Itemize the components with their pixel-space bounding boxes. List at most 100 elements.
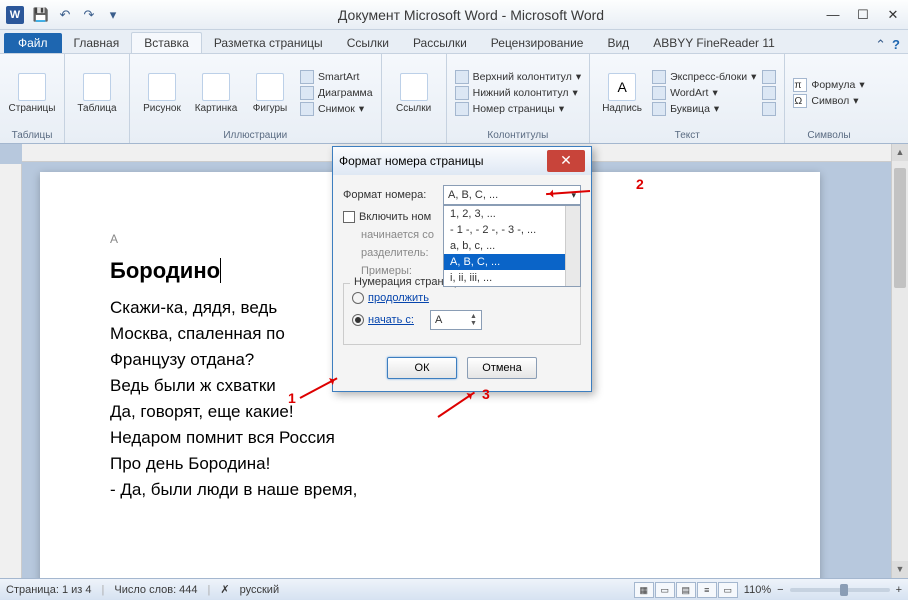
zoom-in-button[interactable]: + [896, 584, 902, 596]
vertical-scrollbar[interactable]: ▲ ▼ [891, 144, 908, 578]
textbox-button[interactable]: AНадпись [598, 73, 646, 114]
tab-insert[interactable]: Вставка [131, 32, 202, 53]
zoom-slider[interactable] [790, 588, 890, 592]
spinner-arrows-icon[interactable]: ▲▼ [470, 313, 477, 327]
scroll-down-icon[interactable]: ▼ [892, 561, 908, 578]
format-option[interactable]: i, ii, iii, ... [444, 270, 580, 286]
group-text: AНадпись Экспресс-блоки ▾ WordArt ▾ Букв… [590, 54, 785, 143]
minimize-button[interactable]: — [818, 1, 848, 29]
screenshot-button[interactable]: Снимок ▾ [300, 102, 373, 116]
format-option[interactable]: - 1 -, - 2 -, - 3 -, ... [444, 222, 580, 238]
include-chapter-checkbox[interactable] [343, 211, 355, 223]
format-label: Формат номера: [343, 189, 439, 201]
spellcheck-icon[interactable]: ✗ [220, 583, 229, 596]
combo-selected-value: A, B, C, ... [448, 189, 498, 201]
zoom-level[interactable]: 110% [744, 584, 771, 596]
group-symbols: πФормула ▾ ΩСимвол ▾ Символы [785, 54, 872, 143]
shapes-icon [256, 73, 284, 101]
group-illustrations: Рисунок Картинка Фигуры SmartArt Диаграм… [130, 54, 382, 143]
table-button[interactable]: Таблица [73, 73, 121, 114]
continue-label[interactable]: продолжить [368, 292, 429, 304]
title-bar: W 💾 ↶ ↷ ▾ Документ Microsoft Word - Micr… [0, 0, 908, 30]
start-at-input[interactable]: A ▲▼ [430, 310, 482, 330]
start-at-label[interactable]: начать с: [368, 314, 414, 326]
object-button[interactable] [762, 102, 776, 116]
dropcap-icon [652, 102, 666, 116]
dropcap-button[interactable]: Буквица ▾ [652, 102, 756, 116]
close-button[interactable]: ✕ [878, 1, 908, 29]
dropdown-scrollbar[interactable] [565, 206, 580, 286]
clipart-button[interactable]: Картинка [192, 73, 240, 114]
picture-button[interactable]: Рисунок [138, 73, 186, 114]
chevron-down-icon[interactable]: ▾ [571, 190, 576, 201]
save-icon[interactable]: 💾 [30, 4, 52, 26]
start-at-radio[interactable] [352, 314, 364, 326]
footer-button[interactable]: Нижний колонтитул ▾ [455, 86, 582, 100]
table-icon [83, 73, 111, 101]
zoom-out-button[interactable]: − [777, 584, 783, 596]
tab-home[interactable]: Главная [62, 33, 132, 53]
status-language[interactable]: русский [240, 584, 279, 596]
continue-radio[interactable] [352, 292, 364, 304]
help-icon[interactable]: ? [892, 37, 900, 53]
datetime-button[interactable] [762, 86, 776, 100]
qat-dropdown-icon[interactable]: ▾ [102, 4, 124, 26]
doc-line: - Да, были люди в наше время, [110, 480, 750, 500]
view-web[interactable]: ▤ [676, 582, 696, 598]
scroll-up-icon[interactable]: ▲ [892, 144, 908, 161]
smartart-icon [300, 70, 314, 84]
dialog-title-bar[interactable]: Формат номера страницы ✕ [333, 147, 591, 175]
ribbon-help-area: ⌃ ? [875, 37, 908, 53]
shapes-button[interactable]: Фигуры [246, 73, 294, 114]
tab-view[interactable]: Вид [595, 33, 641, 53]
pages-button[interactable]: Страницы [8, 73, 56, 114]
links-button[interactable]: Ссылки [390, 73, 438, 114]
smartart-button[interactable]: SmartArt [300, 70, 373, 84]
zoom-thumb[interactable] [840, 584, 848, 596]
sigline-button[interactable] [762, 70, 776, 84]
ok-button[interactable]: ОК [387, 357, 457, 379]
scroll-thumb[interactable] [894, 168, 906, 288]
quickparts-icon [652, 70, 666, 84]
picture-icon [148, 73, 176, 101]
undo-icon[interactable]: ↶ [54, 4, 76, 26]
header-button[interactable]: Верхний колонтитул ▾ [455, 70, 582, 84]
format-option-selected[interactable]: A, B, C, ... [444, 254, 580, 270]
format-option[interactable]: a, b, c, ... [444, 238, 580, 254]
textbox-icon: A [608, 73, 636, 101]
tab-references[interactable]: Ссылки [335, 33, 401, 53]
datetime-icon [762, 86, 776, 100]
view-draft[interactable]: ▭ [718, 582, 738, 598]
number-format-combo[interactable]: A, B, C, ... ▾ 1, 2, 3, ... - 1 -, - 2 -… [443, 185, 581, 205]
dialog-close-button[interactable]: ✕ [547, 150, 585, 172]
status-page[interactable]: Страница: 1 из 4 [6, 584, 92, 596]
redo-icon[interactable]: ↷ [78, 4, 100, 26]
view-print-layout[interactable]: ▦ [634, 582, 654, 598]
quick-access-toolbar: 💾 ↶ ↷ ▾ [30, 4, 124, 26]
tab-layout[interactable]: Разметка страницы [202, 33, 335, 53]
symbol-button[interactable]: ΩСимвол ▾ [793, 94, 864, 108]
status-words[interactable]: Число слов: 444 [114, 584, 197, 596]
view-outline[interactable]: ≡ [697, 582, 717, 598]
page-number-button[interactable]: Номер страницы ▾ [455, 102, 582, 116]
group-links: Ссылки [382, 54, 447, 143]
page-number-format-dialog: Формат номера страницы ✕ Формат номера: … [332, 146, 592, 392]
file-tab[interactable]: Файл [4, 33, 62, 53]
tab-review[interactable]: Рецензирование [479, 33, 596, 53]
tab-abbyy[interactable]: ABBYY FineReader 11 [641, 33, 787, 53]
tab-mailings[interactable]: Рассылки [401, 33, 479, 53]
footer-icon [455, 86, 469, 100]
wordart-button[interactable]: WordArt ▾ [652, 86, 756, 100]
view-read[interactable]: ▭ [655, 582, 675, 598]
maximize-button[interactable]: ☐ [848, 1, 878, 29]
vertical-ruler[interactable] [0, 164, 22, 578]
ribbon-minimize-icon[interactable]: ⌃ [875, 37, 886, 53]
quickparts-button[interactable]: Экспресс-блоки ▾ [652, 70, 756, 84]
window-controls: — ☐ ✕ [818, 1, 908, 29]
group-tables: Таблица Страницы [65, 54, 130, 143]
equation-button[interactable]: πФормула ▾ [793, 78, 864, 92]
format-option[interactable]: 1, 2, 3, ... [444, 206, 580, 222]
chart-button[interactable]: Диаграмма [300, 86, 373, 100]
cancel-button[interactable]: Отмена [467, 357, 537, 379]
format-dropdown-list: 1, 2, 3, ... - 1 -, - 2 -, - 3 -, ... a,… [443, 205, 581, 287]
